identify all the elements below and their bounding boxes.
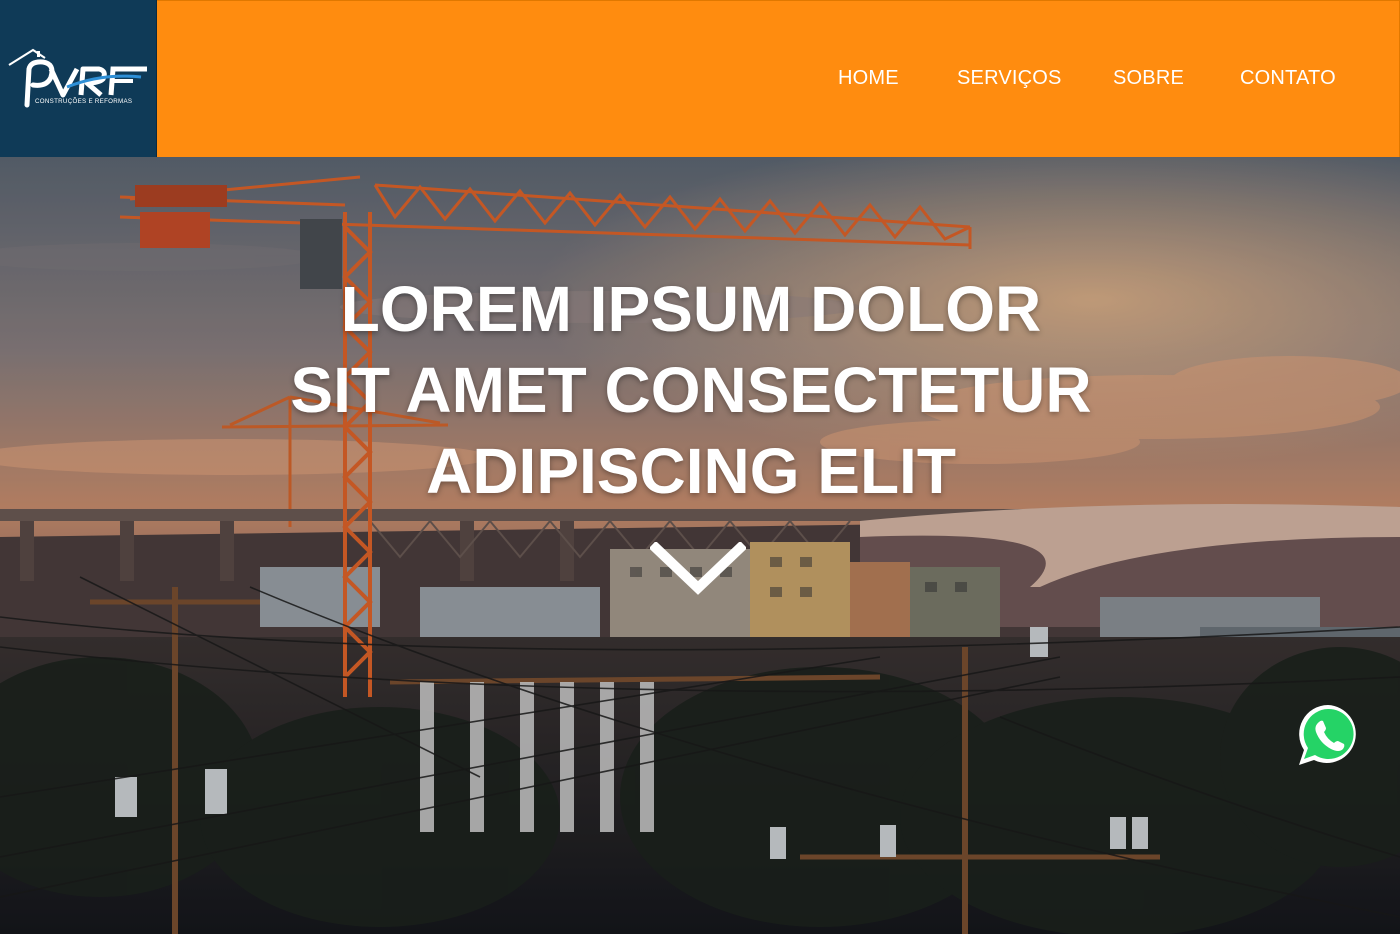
whatsapp-button[interactable]	[1295, 702, 1361, 773]
logo-mark: CONSTRUÇÕES E REFORMAS	[7, 47, 149, 111]
logo-tagline: CONSTRUÇÕES E REFORMAS	[35, 97, 133, 105]
site-header: CONSTRUÇÕES E REFORMAS HOME SERVIÇOS SOB…	[0, 0, 1400, 157]
logo[interactable]: CONSTRUÇÕES E REFORMAS	[0, 0, 157, 157]
nav-contato[interactable]: CONTATO	[1240, 67, 1336, 90]
hero-title-line: SIT AMET CONSECTETUR	[290, 354, 1092, 426]
hero-section: LOREM IPSUM DOLOR SIT AMET CONSECTETUR A…	[0, 157, 1400, 934]
chevron-down-icon	[648, 540, 748, 595]
nav-servicos[interactable]: SERVIÇOS	[957, 67, 1062, 90]
hero-title-line: LOREM IPSUM DOLOR	[340, 273, 1042, 345]
main-nav: HOME SERVIÇOS SOBRE CONTATO	[157, 0, 1400, 157]
hero-title: LOREM IPSUM DOLOR SIT AMET CONSECTETUR A…	[0, 269, 1382, 512]
nav-home[interactable]: HOME	[838, 67, 899, 90]
whatsapp-icon	[1299, 705, 1356, 765]
nav-sobre[interactable]: SOBRE	[1113, 67, 1184, 90]
scroll-down-button[interactable]	[648, 540, 748, 603]
hero-title-line: ADIPISCING ELIT	[426, 435, 956, 507]
